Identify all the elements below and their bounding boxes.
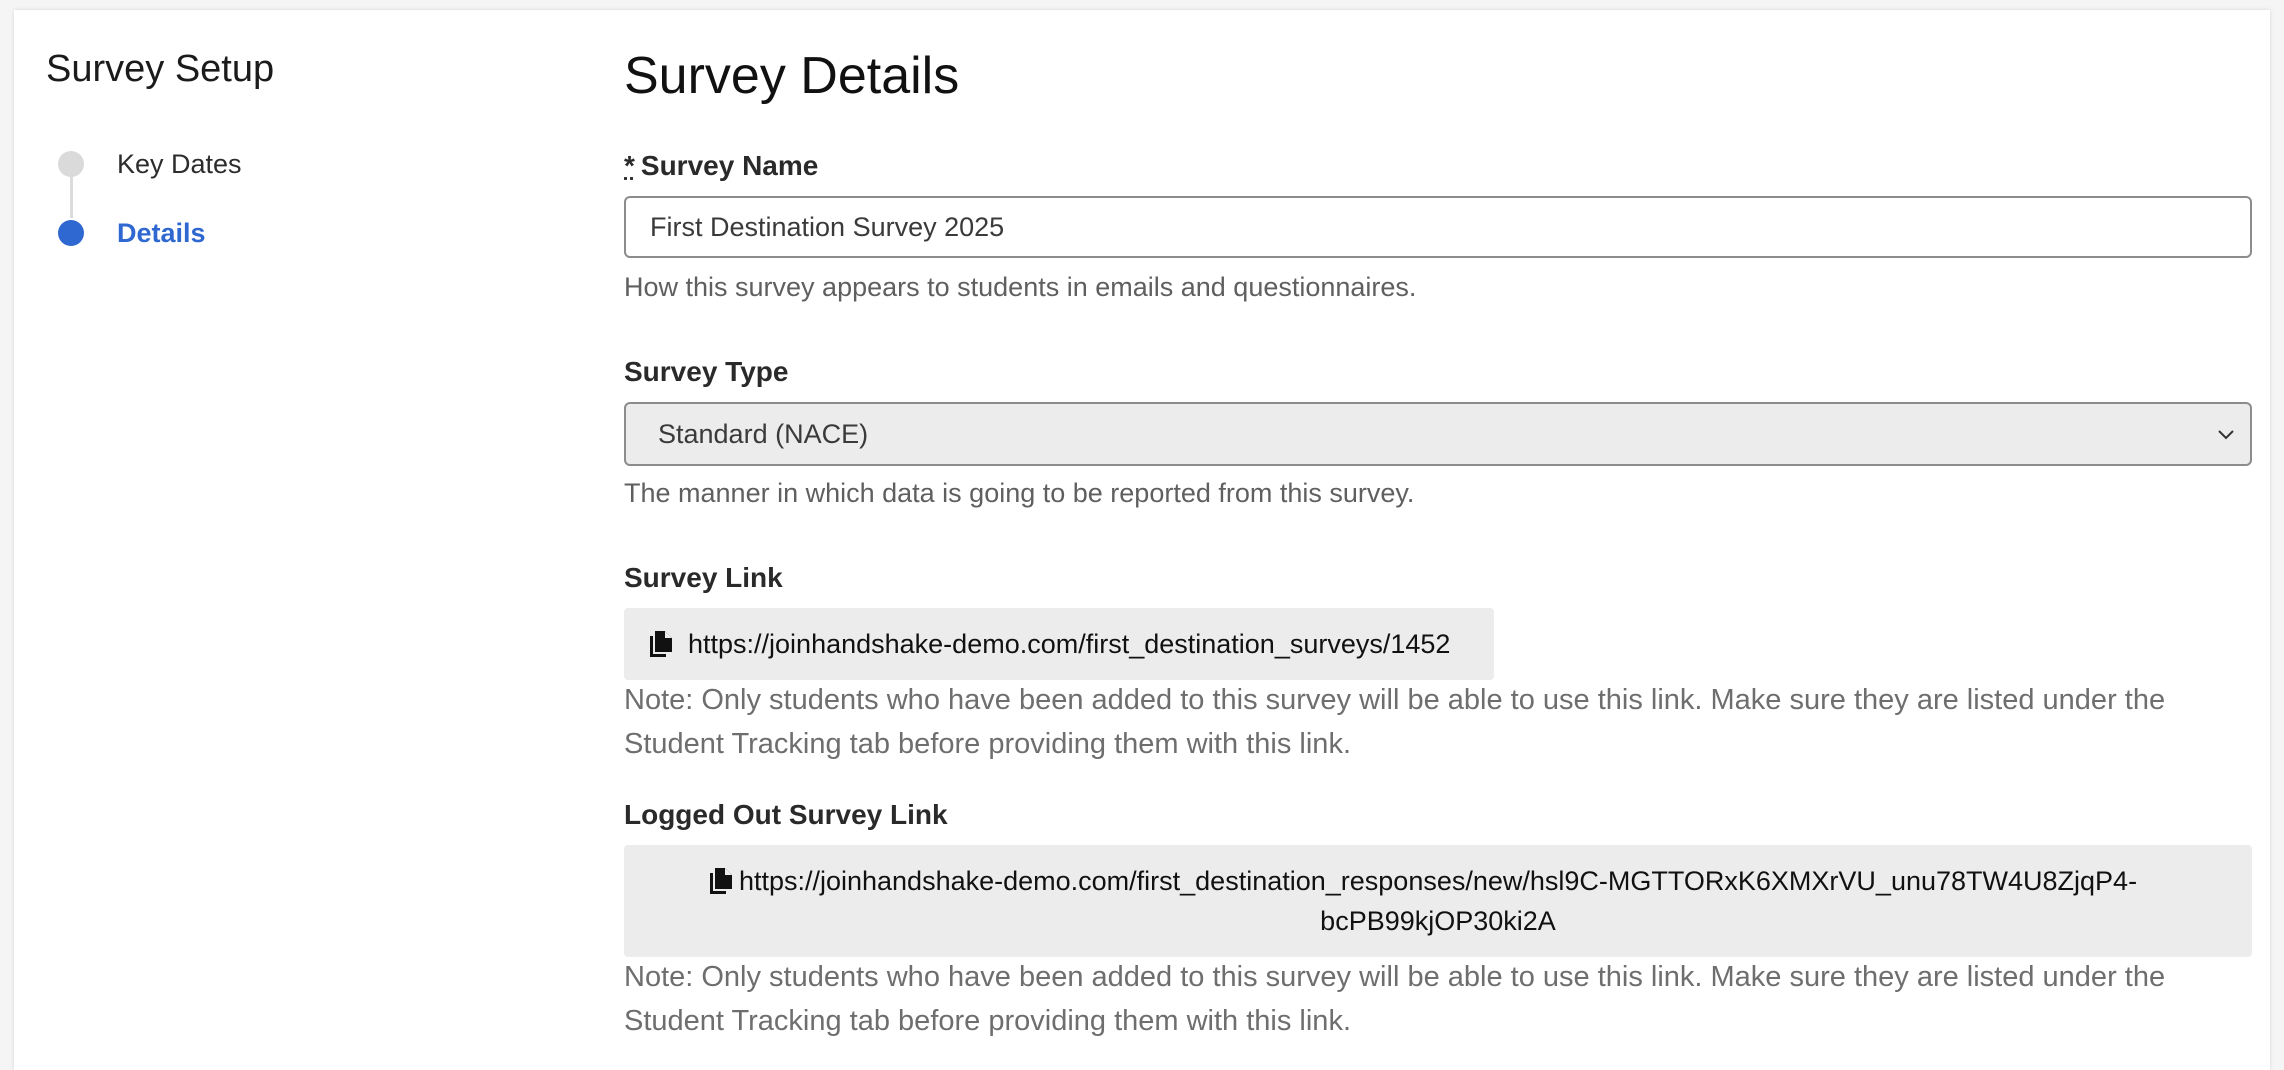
step-list: Key Dates Details [46,126,566,266]
chevron-down-icon [2218,430,2234,440]
step-label: Key Dates [117,148,242,179]
step-key-dates[interactable]: Key Dates [46,144,242,184]
survey-type-selected-value: Standard (NACE) [658,418,869,449]
survey-type-select[interactable]: Standard (NACE) [624,402,2252,466]
logged-out-link-note: Note: Only students who have been added … [624,961,2166,1037]
survey-link-note: Note: Only students who have been added … [624,684,2166,760]
survey-name-help: How this survey appears to students in e… [624,272,1417,302]
survey-name-label-text: Survey Name [640,150,819,181]
survey-name-input[interactable] [624,196,2252,258]
sidebar-title: Survey Setup [46,48,275,90]
copy-icon [650,631,672,657]
copy-logged-out-link-button[interactable]: https://joinhandshake-demo.com/first_des… [624,845,2252,957]
sidebar: Survey Setup Key Dates Details [46,48,566,248]
survey-type-help: The manner in which data is going to be … [624,478,1415,508]
logged-out-link-url: https://joinhandshake-demo.com/first_des… [738,866,2138,936]
survey-name-label: * Survey Name [624,150,818,182]
page-title: Survey Details [624,47,960,105]
step-indicator-icon [58,220,84,246]
survey-link-label: Survey Link [624,562,783,593]
step-indicator-icon [58,151,84,177]
copy-survey-link-button[interactable]: https://joinhandshake-demo.com/first_des… [624,608,1494,680]
step-label: Details [117,217,206,248]
logged-out-link-label: Logged Out Survey Link [624,799,948,830]
required-marker: * [624,150,635,181]
survey-setup-card: Survey Setup Key Dates Details Survey De… [14,10,2270,1070]
survey-link-url: https://joinhandshake-demo.com/first_des… [688,628,1451,659]
step-details[interactable]: Details [46,213,206,253]
copy-icon [710,868,732,894]
survey-type-label: Survey Type [624,356,789,387]
